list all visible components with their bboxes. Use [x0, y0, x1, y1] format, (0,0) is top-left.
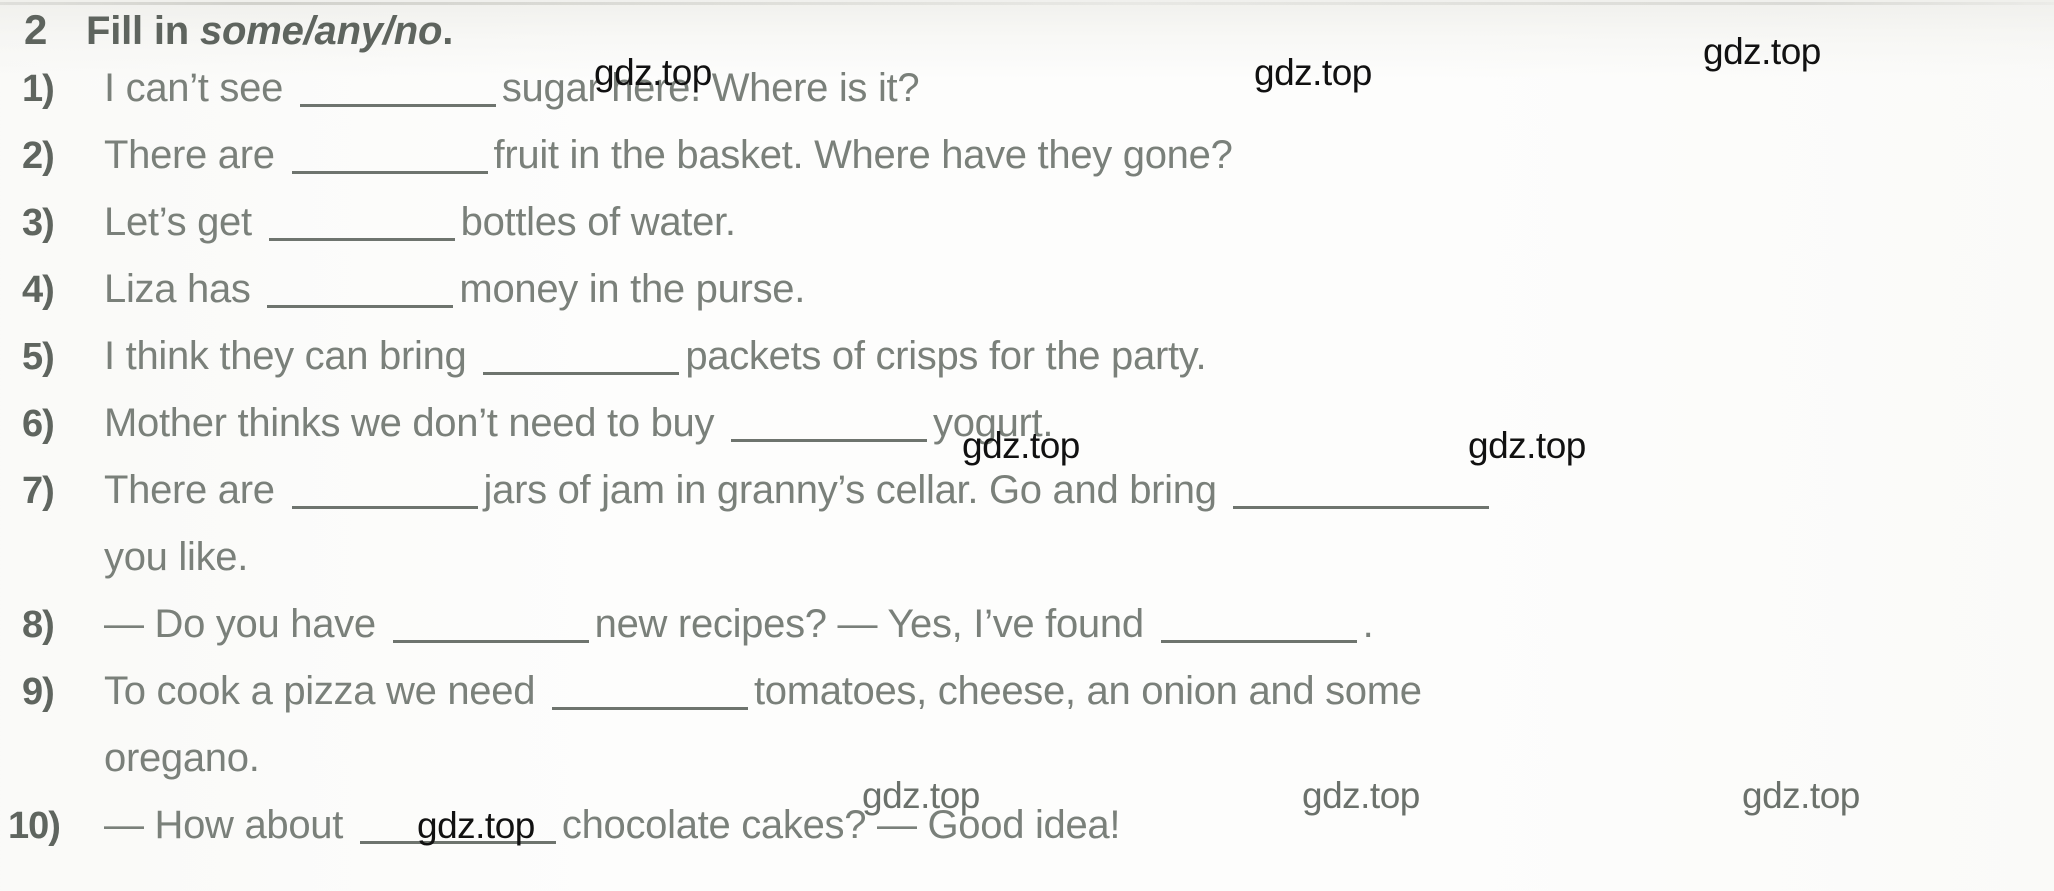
item-sentence: — Do you have new recipes? — Yes, I’ve f…	[104, 602, 2054, 647]
page-top-rule	[0, 2, 2054, 5]
exercise-item: 10) — How about chocolate cakes? — Good i…	[0, 803, 2054, 870]
sentence-text: yogurt.	[933, 401, 1054, 445]
sentence-text: oregano.	[104, 736, 260, 780]
scanned-exercise-page: 2 Fill in some/any/no. 1) I can’t see sug…	[0, 0, 2054, 891]
exercise-item: 8) — Do you have new recipes? — Yes, I’ve…	[0, 602, 2054, 669]
item-number: 5)	[22, 336, 55, 378]
text-space	[283, 66, 294, 110]
sentence-text: Let’s get	[104, 200, 252, 244]
sentence-text: you like.	[104, 535, 249, 579]
sentence-text: new recipes? — Yes, I’ve found	[594, 602, 1144, 646]
sentence-text: Mother thinks we don’t need to buy	[104, 401, 715, 445]
sentence-text: There are	[104, 133, 275, 177]
item-number: 7)	[22, 470, 55, 512]
exercise-title: Fill in some/any/no.	[86, 9, 453, 54]
item-sentence: To cook a pizza we need tomatoes, cheese…	[104, 669, 2054, 714]
sentence-text: chocolate cakes? — Good idea!	[561, 803, 1121, 847]
item-sentence: Liza has money in the purse.	[104, 267, 2054, 312]
exercise-item-list: 1) I can’t see sugar here. Where is it? 2…	[0, 66, 2054, 870]
sentence-text: There are	[104, 468, 275, 512]
sentence-text: fruit in the basket. Where have they gon…	[493, 133, 1233, 177]
exercise-item-continuation: 7)you like.	[0, 535, 2054, 602]
item-sentence: oregano.	[104, 736, 2054, 781]
sentence-text: sugar here. Where is it?	[501, 66, 920, 110]
answer-blank[interactable]	[268, 208, 455, 241]
exercise-title-plain-end: .	[442, 9, 454, 53]
answer-blank[interactable]	[483, 342, 680, 375]
item-sentence: I think they can bring packets of crisps…	[104, 334, 2054, 379]
answer-blank[interactable]	[299, 74, 496, 107]
sentence-text: To cook a pizza we need	[104, 669, 536, 713]
item-number: 2)	[22, 135, 55, 177]
text-space	[275, 468, 286, 512]
exercise-heading: 2 Fill in some/any/no.	[24, 6, 453, 54]
answer-blank[interactable]	[291, 141, 488, 174]
exercise-item: 1) I can’t see sugar here. Where is it?	[0, 66, 2054, 133]
item-number: 8)	[22, 604, 55, 646]
answer-blank[interactable]	[267, 275, 454, 308]
item-sentence: There are jars of jam in granny’s cellar…	[104, 468, 2054, 513]
item-sentence: There are fruit in the basket. Where hav…	[104, 133, 2054, 178]
answer-blank[interactable]	[359, 811, 556, 844]
item-sentence: Mother thinks we don’t need to buy yogur…	[104, 401, 2054, 446]
item-number: 10)	[8, 805, 61, 847]
sentence-text: money in the purse.	[459, 267, 806, 311]
text-space	[343, 803, 354, 847]
exercise-number: 2	[24, 6, 48, 53]
exercise-item: 4) Liza has money in the purse.	[0, 267, 2054, 334]
exercise-item: 6) Mother thinks we don’t need to buy yog…	[0, 401, 2054, 468]
answer-blank[interactable]	[1160, 610, 1357, 643]
answer-blank[interactable]	[731, 409, 927, 442]
text-space	[535, 669, 546, 713]
answer-blank[interactable]	[291, 476, 478, 509]
item-number: 4)	[22, 269, 55, 311]
text-space	[251, 267, 262, 311]
text-space	[376, 602, 387, 646]
text-space	[467, 334, 478, 378]
exercise-title-plain-start: Fill in	[86, 9, 200, 53]
exercise-item: 7) There are jars of jam in granny’s cell…	[0, 468, 2054, 535]
sentence-text: bottles of water.	[460, 200, 736, 244]
text-space	[1144, 602, 1155, 646]
sentence-text: tomatoes, cheese, an onion and some	[753, 669, 1422, 713]
item-sentence: — How about chocolate cakes? — Good idea…	[104, 803, 2054, 848]
exercise-item: 9) To cook a pizza we need tomatoes, chee…	[0, 669, 2054, 736]
text-space	[275, 133, 286, 177]
item-number: 3)	[22, 202, 55, 244]
item-sentence: Let’s get bottles of water.	[104, 200, 2054, 245]
item-number: 1)	[22, 68, 55, 110]
text-space	[252, 200, 263, 244]
text-space	[1217, 468, 1228, 512]
answer-blank[interactable]	[392, 610, 589, 643]
sentence-text: I think they can bring	[104, 334, 467, 378]
sentence-text: packets of crisps for the party.	[685, 334, 1207, 378]
exercise-item: 2) There are fruit in the basket. Where h…	[0, 133, 2054, 200]
exercise-item: 5) I think they can bring packets of cris…	[0, 334, 2054, 401]
sentence-text: Liza has	[104, 267, 251, 311]
text-space	[714, 401, 725, 445]
sentence-text: jars of jam in granny’s cellar. Go and b…	[483, 468, 1217, 512]
exercise-title-italic: some/any/no	[199, 9, 443, 53]
item-number: 6)	[22, 403, 55, 445]
item-sentence: I can’t see sugar here. Where is it?	[104, 66, 2054, 111]
sentence-text: .	[1362, 602, 1374, 646]
exercise-item-continuation: 9)oregano.	[0, 736, 2054, 803]
answer-blank[interactable]	[551, 677, 748, 710]
exercise-item: 3) Let’s get bottles of water.	[0, 200, 2054, 267]
sentence-text: — Do you have	[104, 602, 376, 646]
item-number: 9)	[22, 671, 55, 713]
sentence-text: — How about	[104, 803, 344, 847]
sentence-text: I can’t see	[104, 66, 284, 110]
item-sentence: you like.	[104, 535, 2054, 580]
answer-blank[interactable]	[1233, 476, 1490, 509]
